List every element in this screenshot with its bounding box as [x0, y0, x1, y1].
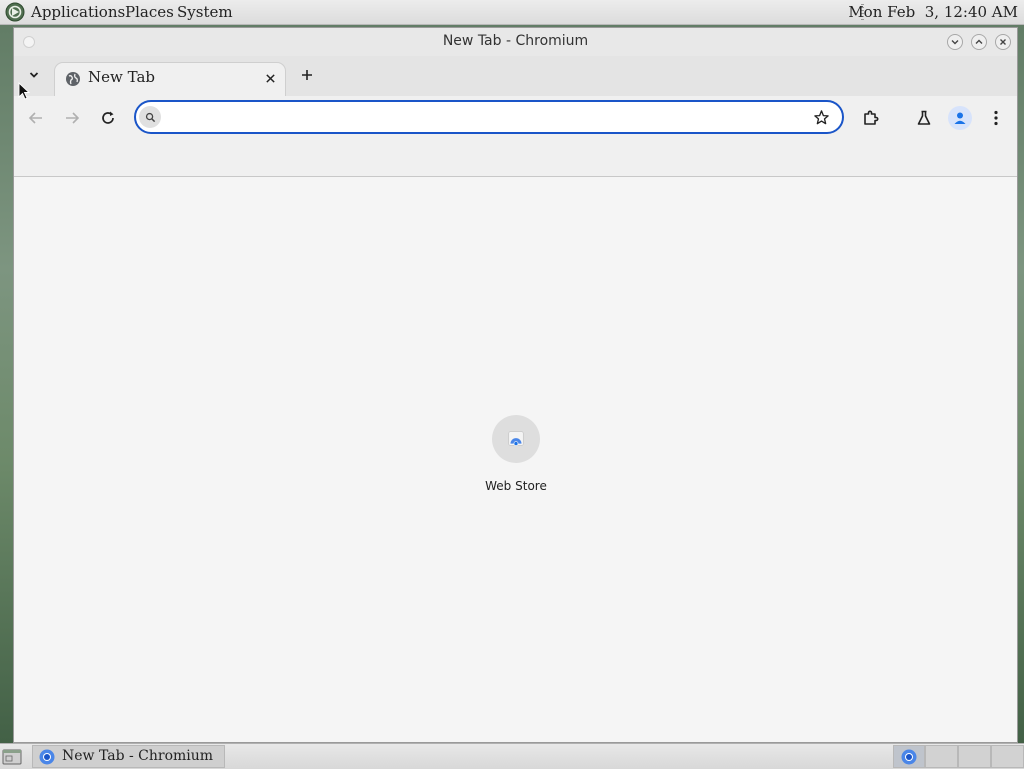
address-input[interactable]	[168, 105, 802, 131]
show-desktop-icon[interactable]	[2, 748, 22, 766]
profile-button[interactable]	[948, 106, 972, 130]
shortcut-label: Web Store	[485, 479, 547, 493]
shortcut-tile[interactable]: Web Store	[476, 415, 556, 493]
tab-close-button[interactable]	[263, 71, 277, 85]
globe-icon	[66, 72, 80, 86]
taskbar-item-label: New Tab - Chromium	[62, 748, 214, 764]
chromium-icon	[39, 749, 55, 765]
flask-icon	[917, 110, 931, 125]
menu-button[interactable]	[984, 106, 1008, 130]
labs-button[interactable]	[912, 106, 936, 130]
distro-logo-icon[interactable]	[5, 2, 25, 22]
close-icon	[1000, 39, 1006, 45]
extensions-button[interactable]	[859, 106, 883, 130]
forward-button[interactable]	[60, 106, 84, 130]
close-icon	[265, 73, 275, 83]
avatar-icon	[954, 112, 966, 124]
chevron-down-icon	[951, 40, 959, 45]
reload-button[interactable]	[96, 106, 120, 130]
close-window-button[interactable]	[995, 34, 1011, 50]
star-icon	[813, 109, 829, 124]
window-titlebar[interactable]: New Tab - Chromium	[14, 28, 1017, 56]
mouse-cursor-icon	[18, 82, 30, 100]
workspace-1[interactable]	[893, 745, 925, 768]
browser-window: New Tab - Chromium New Tab Web Store	[13, 27, 1018, 743]
chevron-down-icon	[29, 72, 39, 78]
minimize-button[interactable]	[947, 34, 963, 50]
maximize-button[interactable]	[971, 34, 987, 50]
clock[interactable]: Mon Feb 3, 12:40 AM	[848, 3, 1018, 21]
applications-menu[interactable]: Applications	[31, 3, 125, 21]
workspace-4[interactable]	[991, 745, 1024, 768]
chevron-up-icon	[975, 39, 983, 44]
search-icon	[139, 106, 161, 128]
bookmark-star-button[interactable]	[812, 108, 830, 126]
address-bar[interactable]	[134, 100, 844, 134]
places-menu[interactable]: Places	[125, 3, 174, 21]
plus-icon	[302, 70, 312, 80]
arrow-left-icon	[28, 112, 42, 124]
arrow-right-icon	[66, 112, 80, 124]
puzzle-piece-icon	[864, 110, 879, 125]
system-menu[interactable]: System	[177, 3, 233, 21]
chromium-icon	[901, 749, 917, 765]
tab-title: New Tab	[88, 68, 155, 86]
taskbar-item[interactable]: New Tab - Chromium	[32, 745, 225, 768]
window-title: New Tab - Chromium	[442, 33, 589, 49]
workspace-2[interactable]	[925, 745, 958, 768]
reload-icon	[102, 111, 114, 124]
new-tab-page: Web Store	[14, 177, 1017, 742]
web-store-icon	[492, 415, 540, 463]
kebab-menu-icon	[994, 110, 998, 126]
top-panel: Applications Places System Mon Feb 3, 12…	[0, 0, 1024, 25]
browser-toolbar	[14, 96, 1017, 177]
workspace-3[interactable]	[958, 745, 991, 768]
back-button[interactable]	[24, 106, 48, 130]
bottom-panel: New Tab - Chromium	[0, 743, 1024, 769]
tab-new-tab[interactable]: New Tab	[54, 62, 286, 96]
new-tab-button[interactable]	[298, 66, 316, 84]
